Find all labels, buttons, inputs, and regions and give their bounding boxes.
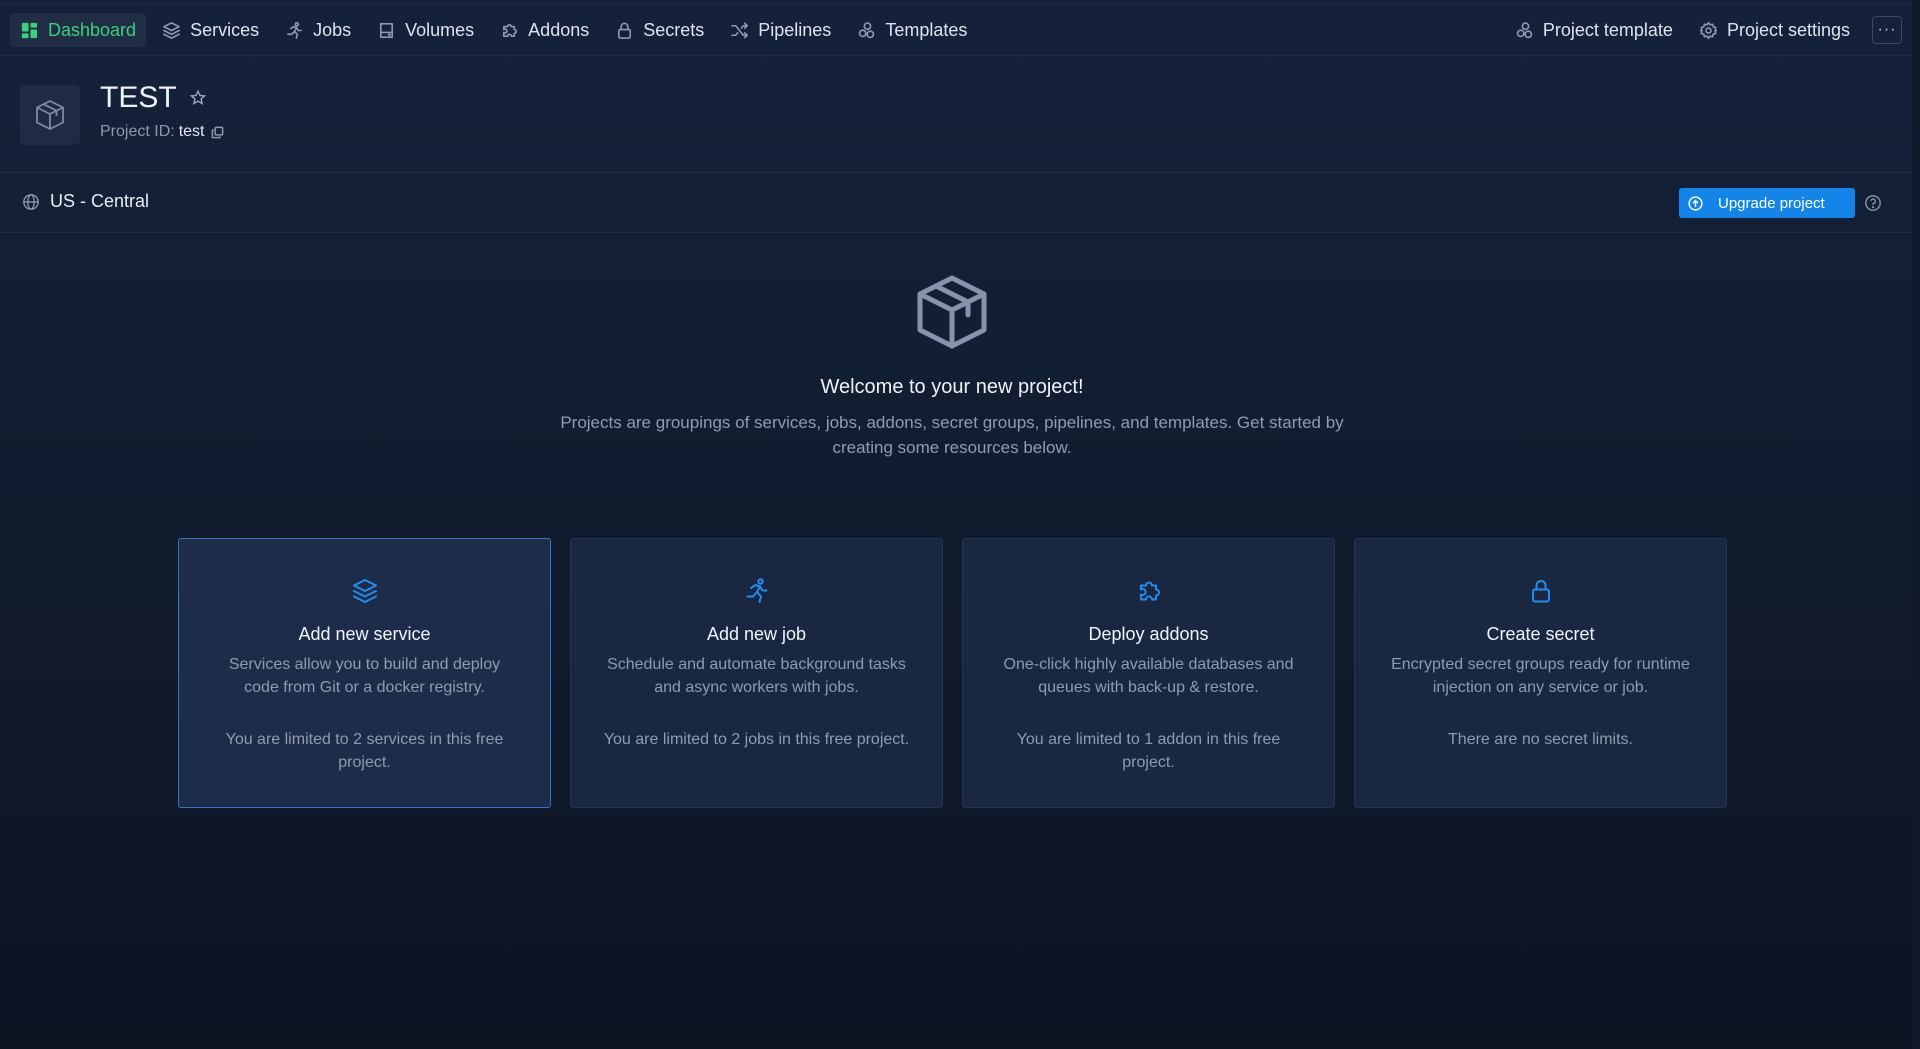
create-secret-card[interactable]: Create secret Encrypted secret groups re… — [1354, 538, 1727, 808]
welcome-description: Projects are groupings of services, jobs… — [560, 413, 1344, 457]
welcome-title: Welcome to your new project! — [820, 376, 1084, 398]
resource-cards: Add new service Services allow you to bu… — [178, 538, 1727, 808]
box-icon — [36, 100, 64, 130]
card-description: Schedule and automate background tasks a… — [607, 656, 906, 696]
upgrade-project-label: Upgrade project — [1718, 194, 1825, 212]
globe-icon — [23, 193, 39, 210]
page-title: TEST — [100, 81, 207, 115]
nav-label-jobs: Jobs — [313, 19, 352, 40]
nav-label-volumes: Volumes — [405, 19, 475, 40]
region-bar: US - Central Upgrade project — [0, 174, 1912, 233]
templates-icon — [1516, 21, 1533, 38]
card-title: Create secret — [1486, 624, 1595, 644]
card-title: Add new service — [298, 624, 431, 644]
project-header: TEST Project ID: test — [0, 57, 1912, 173]
nav-label-secrets: Secrets — [643, 19, 705, 40]
card-description: Encrypted secret groups ready for runtim… — [1391, 656, 1690, 696]
nav-label-addons: Addons — [528, 19, 590, 40]
nav-label-services: Services — [190, 19, 260, 40]
region-indicator: US - Central — [22, 191, 149, 212]
project-id-value: test — [178, 123, 205, 140]
card-title: Deploy addons — [1088, 624, 1209, 644]
card-limit: You are limited to 1 addon in this free … — [1016, 731, 1281, 771]
lock-icon — [618, 22, 632, 39]
puzzle-icon — [1135, 577, 1163, 610]
copy-icon[interactable] — [211, 126, 224, 139]
nav-item-secrets[interactable]: Secrets — [605, 13, 714, 47]
nav-item-volumes[interactable]: Volumes — [367, 13, 484, 47]
shuffle-icon — [731, 22, 749, 38]
project-avatar — [20, 85, 80, 145]
add-service-card[interactable]: Add new service Services allow you to bu… — [178, 538, 551, 808]
card-limit: There are no secret limits. — [1448, 731, 1633, 748]
project-id: Project ID: test — [100, 123, 224, 141]
project-settings-label: Project settings — [1726, 19, 1850, 40]
star-icon[interactable] — [189, 89, 207, 107]
templates-icon — [859, 21, 875, 38]
nav-item-templates[interactable]: Templates — [847, 13, 977, 47]
card-description: One-click highly available databases and… — [1003, 656, 1294, 696]
upgrade-project-button[interactable]: Upgrade project — [1679, 188, 1855, 218]
add-job-card[interactable]: Add new job Schedule and automate backgr… — [570, 538, 943, 808]
project-template-label: Project template — [1542, 19, 1673, 40]
card-description: Services allow you to build and deploy c… — [228, 656, 501, 696]
card-limit: You are limited to 2 services in this fr… — [225, 731, 504, 771]
gear-icon — [1699, 21, 1718, 39]
nav-item-jobs[interactable]: Jobs — [275, 13, 361, 47]
lock-icon — [1527, 577, 1555, 610]
deploy-addons-card[interactable]: Deploy addons One-click highly available… — [962, 538, 1335, 808]
drive-icon — [380, 22, 394, 38]
nav-label-dashboard: Dashboard — [48, 19, 137, 40]
project-name: TEST — [100, 81, 177, 114]
project-dashboard-page: Dashboard Services Jobs Volumes Addons S… — [0, 0, 1920, 1049]
project-settings-link[interactable]: Project settings — [1689, 13, 1860, 47]
nav-item-addons[interactable]: Addons — [490, 13, 599, 47]
layers-icon — [163, 21, 180, 39]
running-icon — [743, 577, 771, 610]
nav-item-services[interactable]: Services — [152, 13, 269, 47]
nav-item-dashboard[interactable]: Dashboard — [10, 13, 147, 47]
upgrade-icon — [1688, 195, 1703, 211]
nav-item-pipelines[interactable]: Pipelines — [720, 13, 841, 47]
card-limit: You are limited to 2 jobs in this free p… — [603, 731, 910, 748]
more-options-button[interactable]: ··· — [1872, 16, 1902, 44]
layers-icon — [351, 577, 379, 610]
puzzle-icon — [503, 23, 518, 37]
dashboard-icon — [21, 22, 38, 38]
top-navigation: Dashboard Services Jobs Volumes Addons S… — [0, 4, 1912, 56]
running-icon — [287, 21, 303, 39]
help-icon — [1865, 195, 1881, 211]
nav-right-group: Project template Project settings ··· — [1505, 13, 1902, 47]
nav-label-templates: Templates — [885, 19, 968, 40]
card-title: Add new job — [706, 624, 807, 644]
page-scrollbar[interactable] — [1912, 0, 1920, 1049]
project-id-label: Project ID: — [100, 123, 175, 140]
region-label: US - Central — [50, 191, 150, 211]
project-template-link[interactable]: Project template — [1505, 13, 1683, 47]
nav-label-pipelines: Pipelines — [758, 19, 832, 40]
box-illustration — [912, 272, 992, 352]
box-icon — [917, 275, 987, 349]
help-button[interactable] — [1864, 194, 1882, 212]
